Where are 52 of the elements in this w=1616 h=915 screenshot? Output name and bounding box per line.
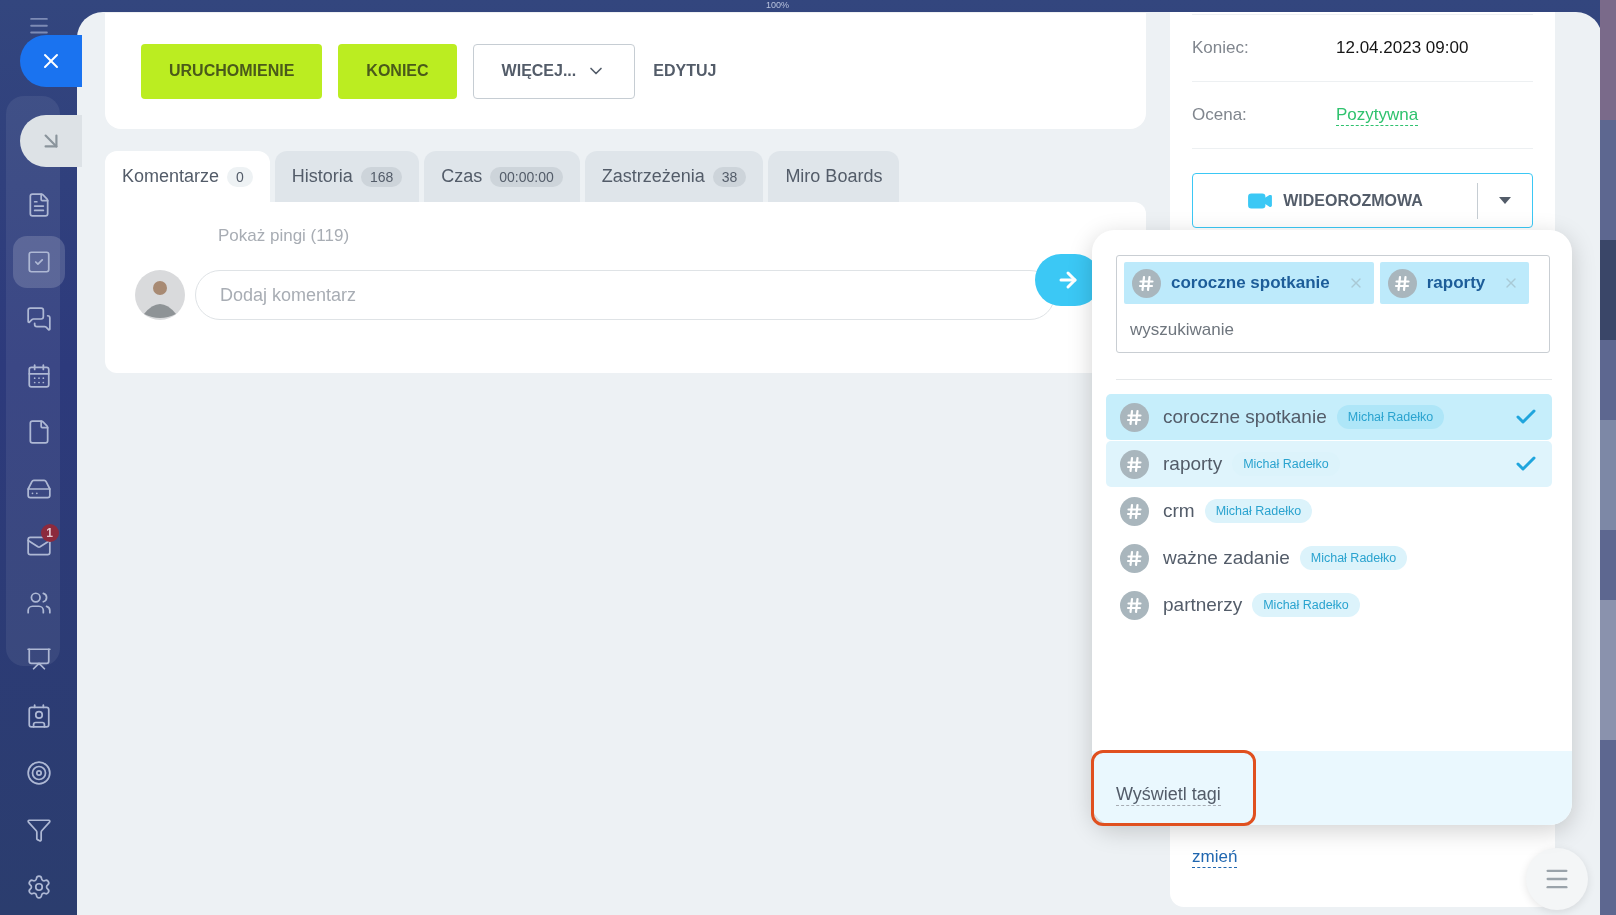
field-label: Ocena: — [1192, 105, 1248, 125]
tab[interactable]: Historia 168 — [274, 151, 420, 202]
tab[interactable]: Miro Boards — [768, 151, 900, 202]
owner-tag: Michał Radełko — [1336, 405, 1445, 429]
tab[interactable]: Czas 00:00:00 — [424, 151, 580, 202]
comment-field[interactable]: Dodaj komentarz — [195, 270, 1055, 320]
hash-icon — [1120, 496, 1149, 526]
tab[interactable]: Komentarze 0 — [105, 151, 270, 202]
chats-icon — [25, 305, 52, 332]
tag-chip: coroczne spotkanie — [1124, 262, 1374, 304]
notification-badge: 1 — [40, 523, 59, 542]
hash-icon — [1120, 543, 1149, 573]
show-tags-link[interactable]: Wyświetl tagi — [1116, 784, 1221, 806]
hash-icon — [1120, 449, 1149, 479]
collapse-button[interactable] — [20, 115, 82, 167]
more-dropdown[interactable]: WIĘCEJ... — [472, 43, 636, 99]
tag-option[interactable]: partnerzy Michał Radełko — [1106, 582, 1552, 628]
owner-tag: Michał Radełko — [1204, 499, 1313, 523]
board-icon — [25, 646, 52, 673]
tab[interactable]: Zastrzeżenia 38 — [584, 151, 764, 202]
change-tags-link[interactable]: zmień — [1192, 847, 1238, 868]
calendar-icon — [25, 362, 52, 389]
caret-icon — [1499, 197, 1511, 204]
hash-icon — [1120, 590, 1149, 620]
hash-icon — [1132, 268, 1161, 298]
field-value: 12.04.2023 09:00 — [1336, 38, 1469, 58]
contact-icon — [25, 703, 52, 730]
hash-icon — [1387, 268, 1417, 298]
tag-option[interactable]: coroczne spotkanie Michał Radełko — [1106, 394, 1552, 440]
tasks-nav-button[interactable] — [12, 236, 65, 289]
action-button[interactable]: KONIEC — [338, 43, 457, 99]
mail-nav-button[interactable]: 1 — [12, 519, 65, 572]
owner-tag: Michał Radełko — [1299, 546, 1408, 570]
tag-option[interactable]: crm Michał Radełko — [1106, 488, 1552, 534]
field-label: Koniec: — [1192, 38, 1250, 58]
zoom-label: 100% — [766, 0, 790, 10]
hash-icon — [1120, 402, 1149, 432]
tag-input-field[interactable]: coroczne spotkanie raporty wyszukiwanie — [1116, 255, 1550, 353]
video-call-button[interactable]: WIDEOROZMOWA — [1192, 173, 1533, 228]
settings-icon — [25, 873, 52, 900]
owner-tag: Michał Radełko — [1252, 593, 1360, 617]
tag-option[interactable]: raporty Michał Radełko — [1106, 441, 1552, 487]
close-button[interactable] — [20, 35, 82, 87]
funnel-icon — [25, 816, 52, 843]
edit-link[interactable]: EDYTUJ — [651, 43, 719, 99]
action-button[interactable]: URUCHOMIENIE — [141, 43, 323, 99]
target-icon — [25, 760, 52, 786]
tag-chip: raporty — [1379, 262, 1530, 304]
avatar — [135, 270, 185, 320]
tasks-icon — [25, 249, 52, 276]
users-icon — [25, 589, 52, 616]
tag-option[interactable]: ważne zadanie Michał Radełko — [1106, 535, 1552, 581]
